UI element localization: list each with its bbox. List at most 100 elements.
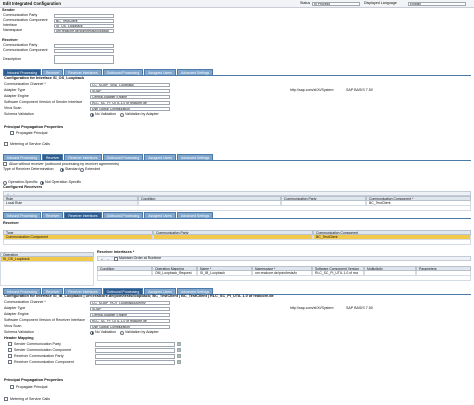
in-adapter-type-swc: SAP BASIS 7.50	[346, 88, 373, 92]
rd-extended-radio[interactable]	[80, 167, 84, 172]
in-adapter-type-field[interactable]: SOAP	[90, 88, 170, 93]
maintain-order-checkbox[interactable]	[114, 257, 118, 261]
out-schema-no-validation-radio[interactable]	[90, 330, 94, 335]
sender-party-field[interactable]	[54, 13, 114, 18]
not-op-specific-label: Not Operation-Specific	[45, 180, 82, 184]
hm-receiver-component-checkbox[interactable]	[8, 360, 12, 364]
not-op-specific-radio[interactable]	[40, 180, 44, 185]
in-adapter-type-ns: http://sap.com/xi/XI/System	[290, 88, 334, 92]
out-adapter-type-label: Adapter Type	[4, 306, 26, 310]
out-swcv-label: Software Component Version of Receiver I…	[4, 318, 85, 322]
op-specific-radio[interactable]	[3, 180, 7, 185]
out-config-title: Configuration for Interface SI_IB_Loopba…	[4, 294, 274, 298]
in-virus-select[interactable]: Use Global Configuration	[90, 106, 170, 111]
in-swcv-field[interactable]: RLC_SC_PI_UTIL 1.0 of realcore.de	[90, 100, 170, 105]
out-metering-checkbox[interactable]	[4, 397, 8, 401]
in-propagate-label: Propagate Principal	[16, 130, 48, 135]
maintain-order-label: Maintain Order at Runtime	[119, 256, 162, 260]
hm-receiver-component-field[interactable]	[95, 360, 175, 365]
out-adapter-type-ns: http://sap.com/xi/XI/System	[290, 306, 334, 310]
in-principal-title: Principal Propagation Properties	[4, 125, 64, 129]
in-schema-adapter-radio[interactable]	[120, 112, 124, 117]
out-channel-label: Communication Channel *	[4, 300, 46, 304]
receiver-component-field[interactable]	[54, 48, 114, 53]
allow-without-receiver-label: Allow without receiver (outbound process…	[9, 161, 120, 166]
sender-namespace-field[interactable]: urn:realcore.de/pom/tests/loopback	[54, 28, 114, 33]
out-schema-adapter-radio[interactable]	[120, 330, 124, 335]
ri-row-empty2	[97, 276, 471, 281]
inbound-config-title: Configuration for Interface SI_OS_Loopba…	[4, 76, 85, 80]
out-propagate-label: Propagate Principal	[16, 384, 48, 389]
rd-extended-label: Extended	[85, 167, 101, 171]
table-row-empty[interactable]	[3, 206, 471, 211]
in-metering-checkbox[interactable]	[4, 142, 8, 146]
out-schema-opt2: Validation by Adapter	[125, 330, 159, 334]
rd-standard-label: Standard	[65, 167, 80, 171]
in-virus-label: Virus Scan	[4, 106, 22, 110]
in-schema-opt2: Validation by Adapter	[125, 112, 159, 116]
in-channel-field[interactable]: CC_SOAP_SND_Loopback	[90, 82, 170, 87]
hm-sender-component-value-help-icon[interactable]: ▾	[177, 348, 181, 352]
in-engine-label: Adapter Engine	[4, 94, 29, 98]
ri-add-icon[interactable]: +	[100, 257, 104, 261]
hm-receiver-party-label: Receiver Communication Party	[14, 353, 64, 358]
ri-interfaces-title: Receiver Interfaces *	[97, 250, 135, 254]
in-adapter-type-label: Adapter Type	[4, 88, 26, 92]
in-channel-label: Communication Channel *	[4, 82, 46, 86]
out-principal-title: Principal Propagation Properties	[4, 378, 64, 382]
hm-sender-party-checkbox[interactable]	[8, 342, 12, 346]
hm-sender-party-value-help-icon[interactable]: ▾	[177, 342, 181, 346]
hm-receiver-party-field[interactable]	[95, 354, 175, 359]
language-select[interactable]: English	[408, 1, 466, 6]
in-propagate-checkbox[interactable]	[10, 131, 14, 135]
out-metering-label: Metering of Service Calls	[10, 396, 50, 401]
hm-sender-party-label: Sender Communication Party	[14, 341, 61, 346]
out-propagate-checkbox[interactable]	[10, 385, 14, 389]
in-engine-field[interactable]: Central Adapter Engine	[90, 94, 170, 99]
ri-row-empty[interactable]	[3, 240, 471, 245]
configured-receivers-title: Configured Receivers	[3, 185, 43, 189]
hm-receiver-component-label: Receiver Communication Component	[14, 359, 74, 364]
out-schema-label: Schema Validation	[4, 330, 34, 334]
sender-namespace-label: Namespace	[3, 28, 23, 32]
ri-delete-icon[interactable]: −	[106, 257, 110, 261]
hm-sender-component-label: Sender Communication Component	[14, 347, 72, 352]
hm-sender-party-field[interactable]	[95, 342, 175, 347]
status-label: Status	[300, 1, 311, 5]
out-channel-field[interactable]: CC_SOAP_RCV_LoopbackDummy	[90, 300, 170, 305]
in-schema-label: Schema Validation	[4, 112, 34, 116]
hm-sender-component-field[interactable]	[95, 348, 175, 353]
out-adapter-type-field[interactable]: SOAP	[90, 306, 170, 311]
out-engine-field[interactable]: Central Adapter Engine	[90, 312, 170, 317]
out-virus-label: Virus Scan	[4, 324, 22, 328]
in-schema-no-validation-radio[interactable]	[90, 112, 94, 117]
in-schema-opt1: No Validation	[95, 112, 117, 116]
out-virus-select[interactable]: Use Global Configuration	[90, 324, 170, 329]
description-field[interactable]	[54, 55, 114, 64]
sender-component-field[interactable]: BC_TestClient	[54, 18, 114, 23]
out-adapter-type-swc: SAP BASIS 7.50	[346, 306, 373, 310]
language-label: Displayed Language	[364, 1, 397, 5]
allow-without-receiver-checkbox[interactable]	[3, 162, 7, 166]
receiver-party-field[interactable]	[54, 43, 114, 48]
tab3-divider	[3, 218, 471, 219]
hm-receiver-component-value-help-icon[interactable]: ▾	[177, 360, 181, 364]
in-metering-label: Metering of Service Calls	[10, 141, 50, 146]
hm-receiver-party-checkbox[interactable]	[8, 354, 12, 358]
out-swcv-field[interactable]: RLC_SC_PI_UTIL 1.0 of realcore.de	[90, 318, 170, 323]
hm-sender-component-checkbox[interactable]	[8, 348, 12, 352]
description-label: Description	[3, 57, 21, 61]
hm-receiver-party-value-help-icon[interactable]: ▾	[177, 354, 181, 358]
header-mapping-title: Header Mapping	[4, 336, 34, 340]
out-schema-opt1: No Validation	[95, 330, 117, 334]
window-title: Edit Integrated Configuration	[0, 0, 474, 8]
out-engine-label: Adapter Engine	[4, 312, 29, 316]
status-field: In Process	[312, 1, 360, 6]
rd-standard-radio[interactable]	[60, 167, 64, 172]
sender-interface-field[interactable]: SI_OS_Loopback	[54, 23, 114, 28]
receiver-component-label: Communication Component	[3, 48, 48, 52]
in-swcv-label: Software Component Version of Sender Int…	[4, 100, 83, 104]
rd-type-label: Type of Receiver Determination:	[3, 167, 55, 171]
ri-receiver-title: Receiver	[3, 221, 19, 225]
operation-list-empty	[0, 262, 94, 286]
